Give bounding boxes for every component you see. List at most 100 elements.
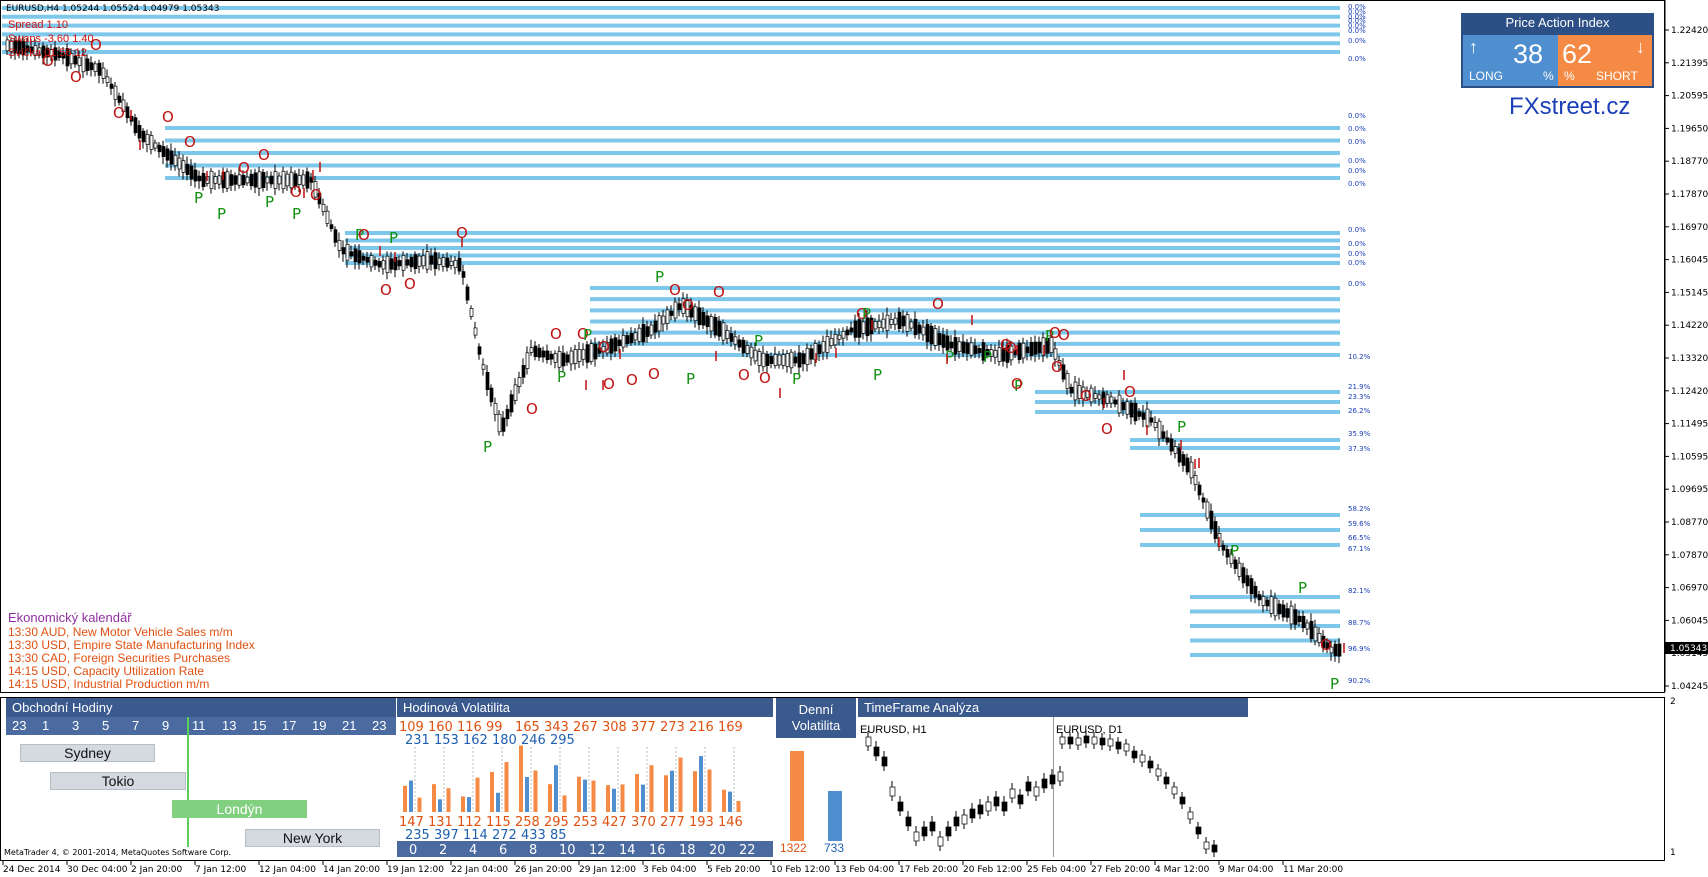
candle-body (229, 174, 234, 186)
candle-body (585, 344, 590, 363)
price-tick-label: 1.20595 (1671, 92, 1708, 102)
price-chart[interactable]: 0.0%0.0%0.0%0.0%0.0%0.0%0.0%0.0%0.0%0.0%… (0, 0, 1708, 877)
trading-hour-label: 5 (102, 718, 110, 733)
candle-body (905, 314, 910, 332)
candle-body (1065, 373, 1070, 389)
candle-body (181, 160, 186, 173)
candle-body (361, 255, 366, 261)
candle-body (1313, 626, 1318, 642)
candle-body (117, 95, 122, 103)
signal-O: O (713, 283, 725, 301)
candle-body (465, 286, 470, 301)
signal-O: O (1080, 387, 1092, 405)
candle-body (85, 58, 90, 71)
pai-title: Price Action Index (1505, 15, 1610, 30)
candle-body (929, 325, 934, 345)
candle-body (273, 171, 278, 189)
mini-candle-body (985, 801, 992, 812)
candle-body (625, 335, 630, 345)
volatility-top-value: 169 (718, 720, 743, 735)
mini-candle-body (1115, 741, 1122, 750)
calendar-event: 13:30 CAD, Foreign Securities Purchases (8, 651, 231, 665)
volatility-hour-label: 10 (559, 843, 576, 857)
candle-body (261, 172, 266, 188)
candle-body (1273, 597, 1278, 617)
candle-body (933, 328, 938, 346)
pai-long-box: ↑ 38 LONG % (1463, 35, 1558, 86)
signal-O: O (682, 296, 694, 314)
candle-body (1293, 609, 1298, 625)
level-pct-label: 66.5% (1348, 534, 1371, 542)
signal-O: O (648, 365, 660, 383)
volatility-orange-bar (606, 785, 610, 812)
signal-O: O (526, 400, 538, 418)
candle-body (165, 148, 170, 161)
candle-body (937, 333, 942, 345)
candle-body (1149, 417, 1154, 423)
candle-body (1137, 411, 1142, 417)
volatility-bottom-value: 427 (602, 815, 627, 830)
volatility-bottom-value: 235 (405, 828, 430, 843)
volatility-hour-label: 18 (679, 843, 696, 857)
candle-body (173, 154, 178, 167)
mini-candle-body (1195, 826, 1202, 835)
candle-body (1261, 596, 1266, 606)
mini-candle-body (1211, 844, 1218, 853)
candle-body (125, 106, 130, 119)
price-tick-label: 1.04245 (1671, 682, 1708, 692)
candle-body (1025, 346, 1030, 354)
time-tick-label: 22 Jan 04:00 (451, 865, 508, 875)
brand-logo[interactable]: FXstreet.cz (1509, 93, 1630, 121)
volatility-orange-bar (620, 784, 625, 812)
candle-body (817, 344, 822, 354)
trading-hour-label: 23 (12, 718, 27, 733)
candle-body (653, 320, 658, 333)
price-tick-label: 1.09695 (1671, 485, 1708, 495)
candle-body (825, 336, 830, 353)
candle-body (485, 372, 490, 390)
signal-O: O (738, 366, 750, 384)
signal-P: P (217, 205, 226, 223)
signal-O: O (1124, 383, 1136, 401)
candle-body (841, 331, 846, 339)
candle-body (1193, 475, 1198, 485)
price-action-index: Price Action Index ↑ 38 LONG % 62 ↓ % SH… (1461, 13, 1654, 88)
candle-body (953, 337, 958, 355)
price-tick-label: 1.16045 (1671, 256, 1708, 266)
hourly-volatility-header: Hodinová Volatilita (397, 698, 773, 717)
level-pct-label: 82.1% (1348, 587, 1371, 595)
candle-body (837, 334, 842, 340)
time-tick-label: 14 Jan 20:00 (323, 865, 380, 875)
volatility-hour-label: 0 (409, 843, 417, 857)
candle-body (201, 173, 206, 187)
price-tick-label: 1.13320 (1671, 354, 1708, 364)
trading-hour-label: 21 (342, 718, 357, 733)
spread-info: Spread 1.10 (8, 19, 68, 31)
volatility-hour-label: 16 (649, 843, 666, 857)
candle-body (513, 384, 518, 401)
candle-body (709, 316, 714, 332)
price-tick-label: 1.21395 (1671, 59, 1708, 69)
volatility-bottom-value: 85 (550, 828, 567, 843)
signal-P: P (754, 332, 763, 350)
mini-candle-body (977, 804, 984, 815)
candle-body (1121, 401, 1126, 411)
time-tick-label: 9 Mar 04:00 (1219, 865, 1274, 875)
candle-body (193, 169, 198, 182)
level-pct-label: 0.0% (1348, 167, 1366, 175)
candle-body (1221, 544, 1226, 551)
candle-body (257, 171, 262, 189)
calendar-title: Ekonomický kalendář (8, 610, 132, 625)
candle-body (881, 318, 886, 329)
volatility-hour-label: 22 (739, 843, 756, 857)
candle-body (493, 403, 498, 415)
signal-P: P (1177, 418, 1186, 436)
mini-candle-body (1163, 776, 1170, 785)
mini-candle-body (1123, 743, 1130, 752)
volatility-hour-label: 6 (499, 843, 507, 857)
volatility-bottom-value: 193 (689, 815, 714, 830)
signal-O: O (598, 338, 610, 356)
volatility-top-value: 267 (573, 720, 598, 735)
signal-O: O (550, 325, 562, 343)
candle-body (225, 171, 230, 189)
